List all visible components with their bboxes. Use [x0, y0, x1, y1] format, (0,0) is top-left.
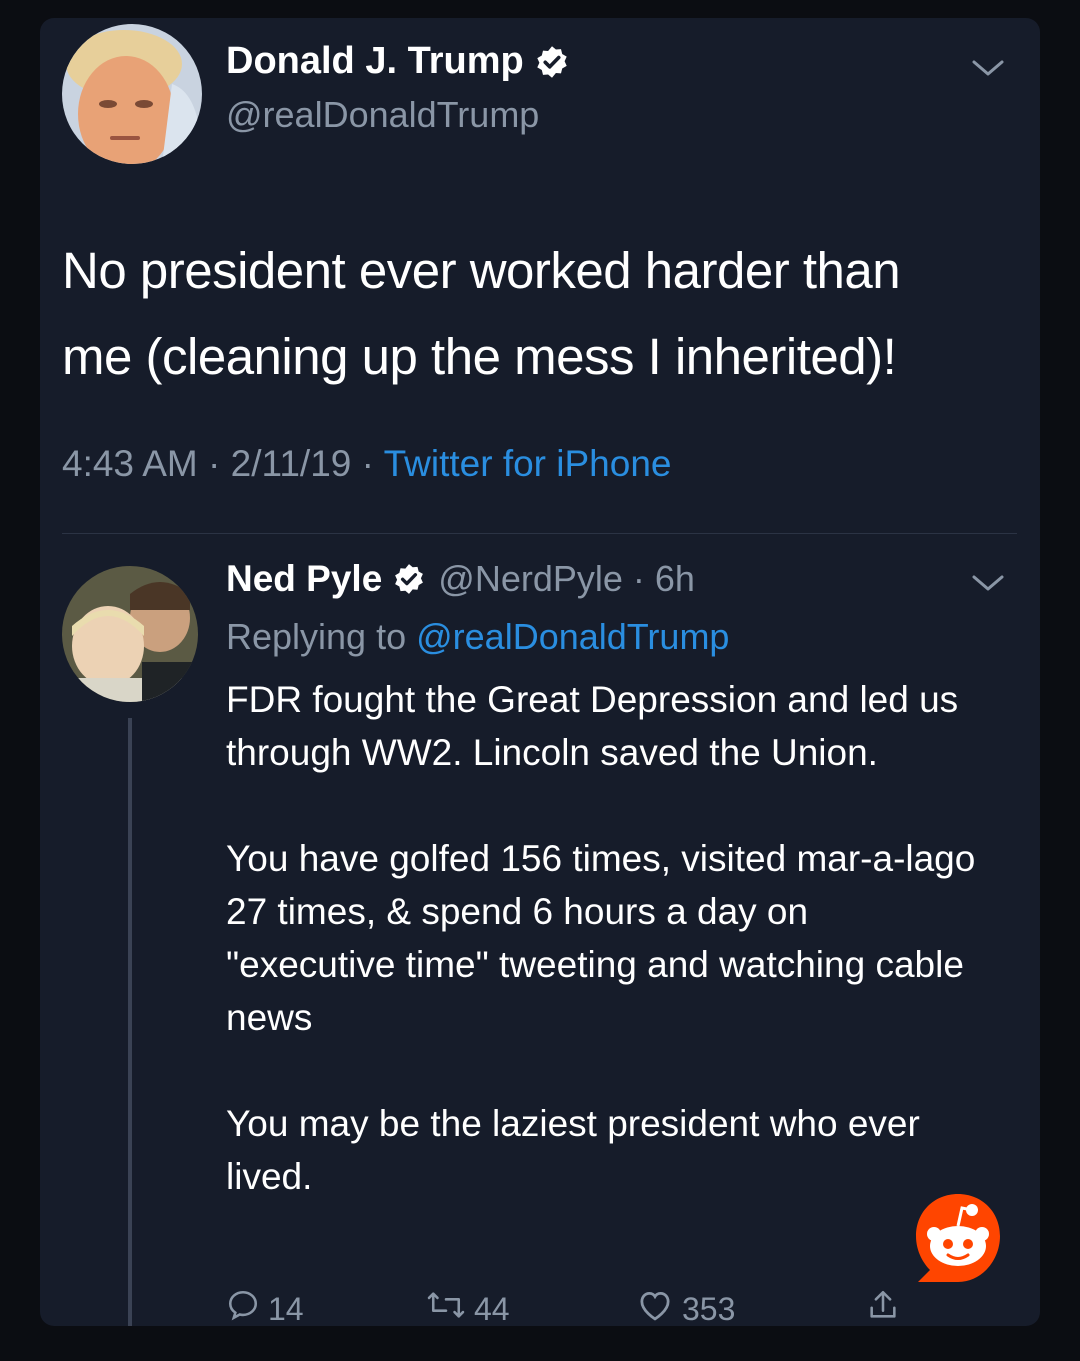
- reply-paragraph: FDR fought the Great Depression and led …: [226, 679, 959, 773]
- reply-count: 14: [268, 1290, 304, 1327]
- reply-paragraph: You have golfed 156 times, visited mar-a…: [226, 838, 976, 1038]
- like-button[interactable]: 353: [636, 1288, 735, 1326]
- meta-separator: ·: [197, 443, 231, 484]
- author-avatar[interactable]: [62, 24, 202, 164]
- retweet-count: 44: [474, 1290, 510, 1327]
- replying-to: Replying to @realDonaldTrump: [226, 616, 729, 658]
- divider: [62, 533, 1017, 534]
- share-button[interactable]: [866, 1288, 908, 1326]
- reply-text: FDR fought the Great Depression and led …: [226, 673, 986, 1256]
- chevron-down-icon[interactable]: [968, 56, 1008, 85]
- replying-prefix: Replying to: [226, 616, 407, 657]
- author-name-text: Donald J. Trump: [226, 40, 524, 82]
- tweet-text-line: No president ever worked harder than: [62, 242, 901, 299]
- reply-avatar[interactable]: [62, 566, 198, 702]
- heart-icon: [636, 1288, 682, 1326]
- reply-header: Ned Pyle @NerdPyle · 6h: [226, 558, 695, 600]
- chevron-down-icon[interactable]: [968, 571, 1008, 600]
- tweet-source-link[interactable]: Twitter for iPhone: [384, 443, 672, 484]
- tweet-meta: 4:43 AM · 2/11/19 · Twitter for iPhone: [62, 443, 671, 485]
- replying-mention-link[interactable]: @realDonaldTrump: [416, 616, 729, 657]
- retweet-icon: [426, 1288, 474, 1326]
- thread-line: [128, 718, 132, 1326]
- share-icon: [866, 1288, 908, 1326]
- like-count: 353: [682, 1290, 736, 1327]
- tweet-text: No president ever worked harder than me …: [62, 228, 1012, 400]
- reply-meta: @NerdPyle · 6h: [438, 558, 695, 600]
- author-name[interactable]: Donald J. Trump: [226, 40, 570, 83]
- action-bar: 14 44 353: [226, 1288, 926, 1326]
- reddit-logo-icon: [910, 1190, 1006, 1291]
- retweet-button[interactable]: 44: [426, 1288, 510, 1326]
- tweet-card: Donald J. Trump @realDonaldTrump No pres…: [40, 18, 1040, 1326]
- reply-age[interactable]: 6h: [655, 558, 695, 599]
- verified-badge-icon: [392, 562, 426, 596]
- tweet-time[interactable]: 4:43 AM: [62, 443, 198, 484]
- tweet-text-line: me (cleaning up the mess I inherited)!: [62, 328, 897, 385]
- reply-paragraph: You may be the laziest president who eve…: [226, 1103, 920, 1197]
- author-handle[interactable]: @realDonaldTrump: [226, 94, 539, 136]
- reply-author-name[interactable]: Ned Pyle: [226, 558, 382, 600]
- meta-separator: ·: [622, 558, 655, 599]
- meta-separator: ·: [351, 443, 384, 484]
- reply-author-handle[interactable]: @NerdPyle: [438, 558, 623, 599]
- tweet-date[interactable]: 2/11/19: [231, 443, 352, 484]
- reply-button[interactable]: 14: [226, 1288, 304, 1326]
- reply-icon: [226, 1288, 268, 1326]
- verified-badge-icon: [534, 44, 570, 80]
